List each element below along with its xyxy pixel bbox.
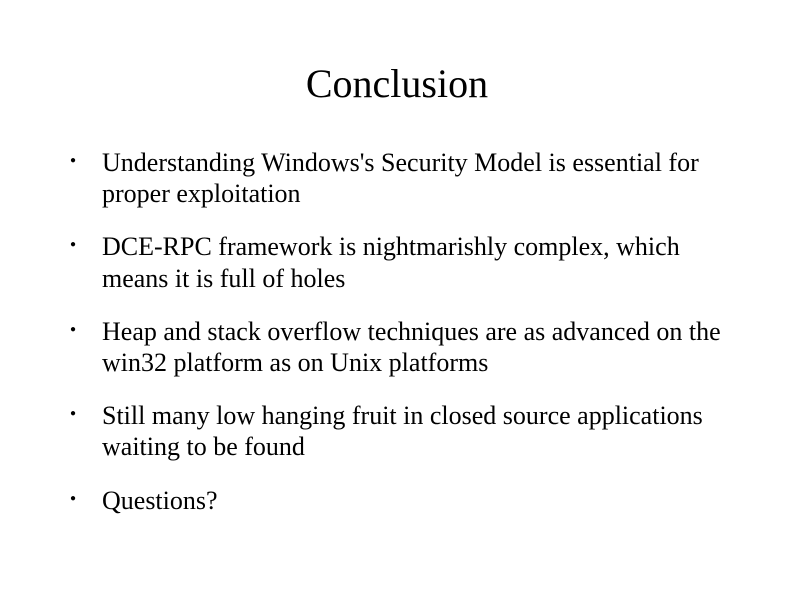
slide: Conclusion Understanding Windows's Secur… bbox=[0, 0, 794, 595]
list-item: DCE-RPC framework is nightmarishly compl… bbox=[70, 231, 744, 293]
list-item: Understanding Windows's Security Model i… bbox=[70, 147, 744, 209]
list-item: Questions? bbox=[70, 485, 744, 516]
bullet-list: Understanding Windows's Security Model i… bbox=[70, 147, 744, 516]
list-item: Heap and stack overflow techniques are a… bbox=[70, 316, 744, 378]
list-item: Still many low hanging fruit in closed s… bbox=[70, 400, 744, 462]
slide-title: Conclusion bbox=[50, 60, 744, 107]
